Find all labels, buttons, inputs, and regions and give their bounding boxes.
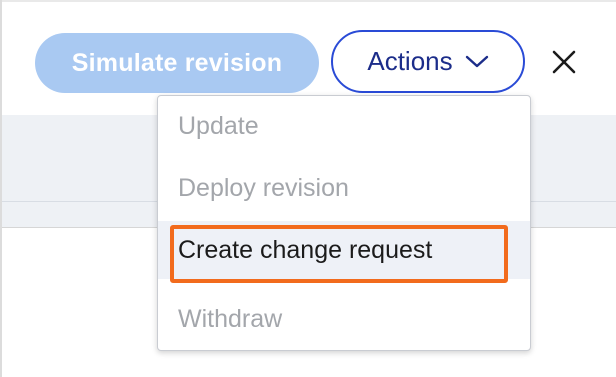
menu-item-label: Update bbox=[178, 111, 259, 140]
simulate-revision-button[interactable]: Simulate revision bbox=[35, 33, 319, 93]
screenshot-stage: Simulate revision Actions Update Deploy … bbox=[0, 0, 616, 377]
menu-item-label: Withdraw bbox=[178, 304, 283, 333]
simulate-revision-label: Simulate revision bbox=[71, 48, 283, 77]
menu-item-label: Create change request bbox=[178, 235, 433, 264]
close-icon[interactable] bbox=[549, 47, 579, 77]
menu-item-create-change-request[interactable]: Create change request bbox=[158, 221, 530, 279]
menu-item-withdraw[interactable]: Withdraw bbox=[158, 290, 530, 348]
chevron-down-icon bbox=[465, 55, 488, 67]
menu-item-deploy-revision[interactable]: Deploy revision bbox=[158, 159, 530, 217]
actions-button[interactable]: Actions bbox=[331, 30, 525, 93]
actions-label: Actions bbox=[367, 46, 453, 76]
menu-item-label: Deploy revision bbox=[178, 173, 349, 202]
actions-dropdown-menu: Update Deploy revision Create change req… bbox=[157, 95, 531, 351]
menu-item-update[interactable]: Update bbox=[158, 97, 530, 155]
